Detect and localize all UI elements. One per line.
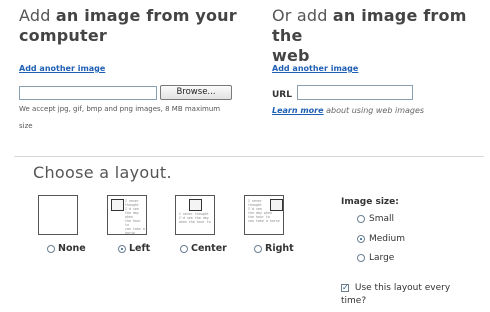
layout-right-label: Right [265,243,294,254]
layout-thumb-left[interactable]: I never thought I'd see the day when the hou… [107,195,147,235]
accepted-formats-note: We accept jpg, gif, bmp and png images, … [19,102,269,133]
layout-thumb-right[interactable]: I never thought I'd see the day when the hou… [244,195,284,235]
image-icon [189,199,202,211]
accepted-formats-line1: We accept jpg, gif, bmp and png images, … [19,105,221,113]
size-option-large[interactable]: Large [357,253,394,264]
radio-center[interactable] [180,244,188,253]
size-medium-label: Medium [369,234,405,244]
image-icon [111,199,124,211]
remember-layout-line1: Use this layout every [354,283,451,293]
thumb-text-left: I never thought I'd see the day when the hou… [125,199,145,235]
web-title-line2: web [272,46,310,65]
learn-more-rest: about using web images [323,106,425,115]
choose-layout-title: Choose a layout. [33,163,172,182]
thumb-text-center: I never thought I'd see the day when the h… [179,212,211,224]
learn-more-link[interactable]: Learn more [272,106,324,115]
image-size-title: Image size: [341,197,399,207]
thumb-text-right: I never thought I'd see the day when the hou… [248,199,280,223]
accepted-formats-line2: size [19,122,33,130]
layout-option-left[interactable]: Left [118,243,150,254]
radio-right[interactable] [254,244,262,253]
section-divider [14,156,484,157]
layout-option-right[interactable]: Right [254,243,294,254]
browse-button[interactable]: Browse... [160,85,232,100]
size-small-label: Small [369,214,394,224]
url-input[interactable] [297,85,413,100]
url-label: URL [272,90,292,100]
radio-none[interactable] [47,244,55,253]
remember-layout-checkbox[interactable] [341,282,349,294]
add-another-image-link[interactable]: Add another image [19,64,105,73]
computer-section-title: Add an image from your computer [19,6,237,46]
computer-title-prefix: Add [19,6,56,25]
remember-layout-line2: time? [341,295,367,306]
layout-thumb-center[interactable]: I never thought I'd see the day when the h… [175,195,215,235]
layout-option-none[interactable]: None [47,243,86,254]
layout-option-center[interactable]: Center [180,243,227,254]
radio-medium[interactable] [357,235,365,243]
file-path-input[interactable] [19,86,157,100]
learn-more-note: Learn more about using web images [272,106,424,115]
remember-layout-option[interactable]: Use this layout every time? [341,282,486,307]
add-another-web-image-link[interactable]: Add another image [272,64,358,73]
computer-title-line2: computer [19,26,107,45]
layout-none-label: None [58,243,86,254]
layout-center-label: Center [191,243,227,254]
layout-thumb-none[interactable] [38,195,78,235]
radio-left[interactable] [118,244,126,253]
size-option-medium[interactable]: Medium [357,234,405,245]
computer-title-bold: an image from your [55,6,237,25]
web-section-title: Or add an image from the web [272,6,490,66]
radio-large[interactable] [357,254,365,262]
radio-small[interactable] [357,215,365,223]
size-option-small[interactable]: Small [357,214,394,225]
size-large-label: Large [369,253,395,263]
layout-left-label: Left [129,243,151,254]
web-title-prefix: Or add [272,6,333,25]
